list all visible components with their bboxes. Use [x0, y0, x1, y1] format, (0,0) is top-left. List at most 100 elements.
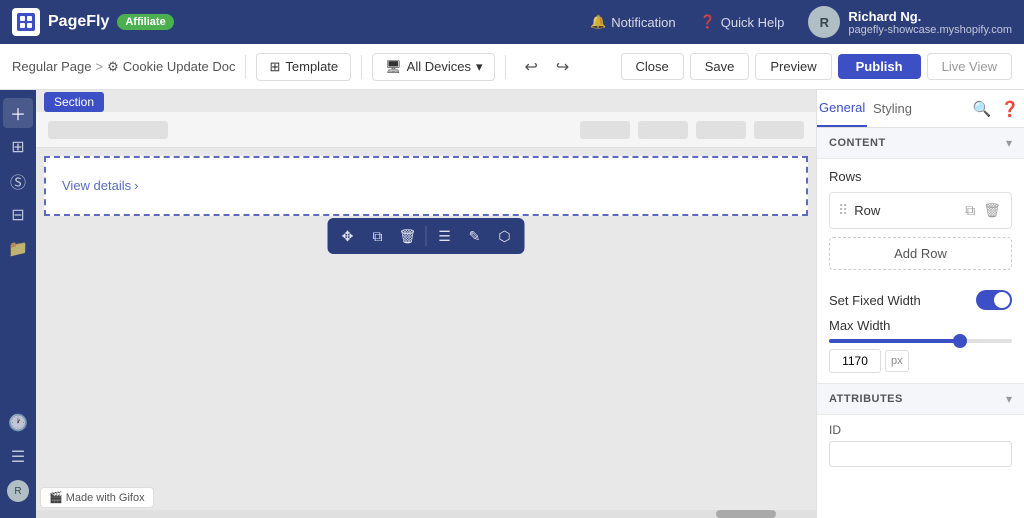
floating-toolbar: ✥ ⧉ 🗑 ☰ ✎ ⬡ [328, 218, 525, 254]
avatar: R [808, 6, 840, 38]
breadcrumb-page[interactable]: Regular Page [12, 59, 92, 74]
view-details-link[interactable]: View details › [62, 178, 790, 193]
device-selector[interactable]: 🖥 All Devices ▾ [372, 53, 495, 81]
width-input-row: px [829, 349, 1012, 373]
top-navigation: PageFly Affiliate 🔔 Notification ❓ Quick… [0, 0, 1024, 44]
toolbar-divider-2 [361, 55, 362, 79]
section-tag[interactable]: Section [44, 92, 104, 112]
float-divider [426, 226, 427, 246]
notification-button[interactable]: 🔔 Notification [582, 10, 684, 34]
rows-label: Rows [829, 169, 1012, 184]
toolbar-divider-1 [245, 55, 246, 79]
sidebar-avatar-small[interactable]: R [3, 476, 33, 506]
user-name: Richard Ng. [848, 9, 1012, 24]
attributes-section-header[interactable]: ATTRIBUTES ▾ [817, 384, 1024, 415]
max-width-input[interactable] [829, 349, 881, 373]
drag-handle-icon[interactable]: ⠿ [838, 202, 848, 219]
content-section-header[interactable]: CONTENT ▾ [817, 128, 1024, 159]
editor-toolbar: Regular Page > ⚙ Cookie Update Doc ⊞ Tem… [0, 44, 1024, 90]
sidebar-add-button[interactable]: ＋ [3, 98, 33, 128]
row-copy-button[interactable]: ⧉ [963, 200, 977, 221]
sidebar-history-icon[interactable]: 🕐 [3, 408, 33, 438]
left-sidebar: ＋ ⊞ Ⓢ ⊟ 📁 🕐 ☰ R [0, 90, 36, 518]
attributes-section: ATTRIBUTES ▾ ID [817, 383, 1024, 475]
header-placeholder-2 [580, 121, 630, 139]
sidebar-folder-icon[interactable]: 📁 [3, 234, 33, 264]
page-header-bar [36, 112, 816, 148]
sidebar-shopify-icon[interactable]: Ⓢ [3, 166, 33, 196]
slider-fill [829, 339, 957, 343]
quick-help-button[interactable]: ❓ Quick Help [692, 10, 793, 34]
sidebar-layers-icon[interactable]: ⊞ [3, 132, 33, 162]
redo-button[interactable]: ↪ [548, 53, 577, 81]
float-edit-button[interactable]: ✎ [461, 222, 489, 250]
id-field-section: ID [817, 415, 1024, 475]
float-move-button[interactable]: ✥ [334, 222, 362, 250]
attributes-section-title: ATTRIBUTES [829, 393, 903, 405]
right-panel: General Styling 🔍 ❓ CONTENT ▾ Rows ⠿ Row… [816, 90, 1024, 518]
width-unit: px [885, 350, 909, 372]
canvas-scrollbar-thumb[interactable] [716, 510, 776, 518]
close-button[interactable]: Close [621, 53, 684, 80]
section-container[interactable]: View details › ✥ ⧉ 🗑 ☰ ✎ ⬡ [44, 156, 808, 216]
sidebar-list-icon[interactable]: ☰ [3, 442, 33, 472]
affiliate-badge: Affiliate [117, 14, 173, 30]
tab-styling[interactable]: Styling [867, 91, 917, 126]
main-layout: ＋ ⊞ Ⓢ ⊟ 📁 🕐 ☰ R Section Vie [0, 90, 1024, 518]
gif-icon: 🎬 [49, 491, 63, 504]
slider-track [829, 339, 1012, 343]
question-icon: ❓ [700, 14, 716, 30]
user-details: Richard Ng. pagefly-showcase.myshopify.c… [848, 9, 1012, 36]
row-item: ⠿ Row ⧉ 🗑 [829, 192, 1012, 229]
live-view-button[interactable]: Live View [927, 53, 1012, 80]
publish-button[interactable]: Publish [838, 54, 921, 79]
canvas-area: Section View details › ✥ ⧉ 🗑 [36, 90, 816, 518]
slider-row [829, 339, 1012, 343]
float-delete-button[interactable]: 🗑 [394, 222, 422, 250]
float-more-button[interactable]: ⬡ [491, 222, 519, 250]
preview-button[interactable]: Preview [755, 53, 831, 80]
gear-icon: ⚙ [107, 59, 119, 75]
pagefly-logo-icon [12, 8, 40, 36]
chevron-down-icon: ▾ [476, 59, 483, 75]
canvas-scrollbar[interactable] [36, 510, 816, 518]
toolbar-divider-3 [505, 55, 506, 79]
panel-tabs-row: General Styling 🔍 ❓ [817, 90, 1024, 128]
max-width-label: Max Width [829, 318, 1012, 333]
user-shop: pagefly-showcase.myshopify.com [848, 24, 1012, 36]
breadcrumb-separator: > [96, 59, 104, 74]
id-input[interactable] [829, 441, 1012, 467]
breadcrumb-doc[interactable]: Cookie Update Doc [123, 59, 236, 74]
undo-redo-group: ↩ ↪ [516, 53, 577, 81]
header-placeholder-4 [696, 121, 746, 139]
toggle-knob [994, 292, 1010, 308]
template-icon: ⊞ [269, 59, 280, 75]
logo-area: PageFly Affiliate [12, 8, 174, 36]
tab-general[interactable]: General [817, 90, 867, 127]
attributes-chevron-icon: ▾ [1006, 392, 1012, 406]
panel-help-icon[interactable]: ❓ [996, 95, 1024, 123]
header-placeholder-3 [638, 121, 688, 139]
save-button[interactable]: Save [690, 53, 750, 80]
breadcrumb: Regular Page > ⚙ Cookie Update Doc [12, 59, 235, 75]
bell-icon: 🔔 [590, 14, 606, 30]
sidebar-grid-icon[interactable]: ⊟ [3, 200, 33, 230]
float-layout-button[interactable]: ☰ [431, 222, 459, 250]
slider-thumb[interactable] [953, 334, 967, 348]
section-inner: View details › [46, 158, 806, 213]
rows-content: Rows ⠿ Row ⧉ 🗑 Add Row [817, 159, 1024, 280]
fixed-width-row: Set Fixed Width [817, 280, 1024, 314]
float-duplicate-button[interactable]: ⧉ [364, 222, 392, 250]
user-info: R Richard Ng. pagefly-showcase.myshopify… [808, 6, 1012, 38]
row-actions: ⧉ 🗑 [963, 200, 1003, 221]
gif-badge: 🎬 Made with Gifox [40, 487, 154, 508]
logo-text: PageFly [48, 13, 109, 31]
template-button[interactable]: ⊞ Template [256, 53, 351, 81]
add-row-button[interactable]: Add Row [829, 237, 1012, 270]
panel-search-icon[interactable]: 🔍 [968, 95, 996, 123]
undo-button[interactable]: ↩ [516, 53, 545, 81]
row-delete-button[interactable]: 🗑 [981, 200, 1003, 221]
section-label-area: Section [36, 90, 112, 113]
content-section-title: CONTENT [829, 137, 886, 149]
fixed-width-toggle[interactable] [976, 290, 1012, 310]
